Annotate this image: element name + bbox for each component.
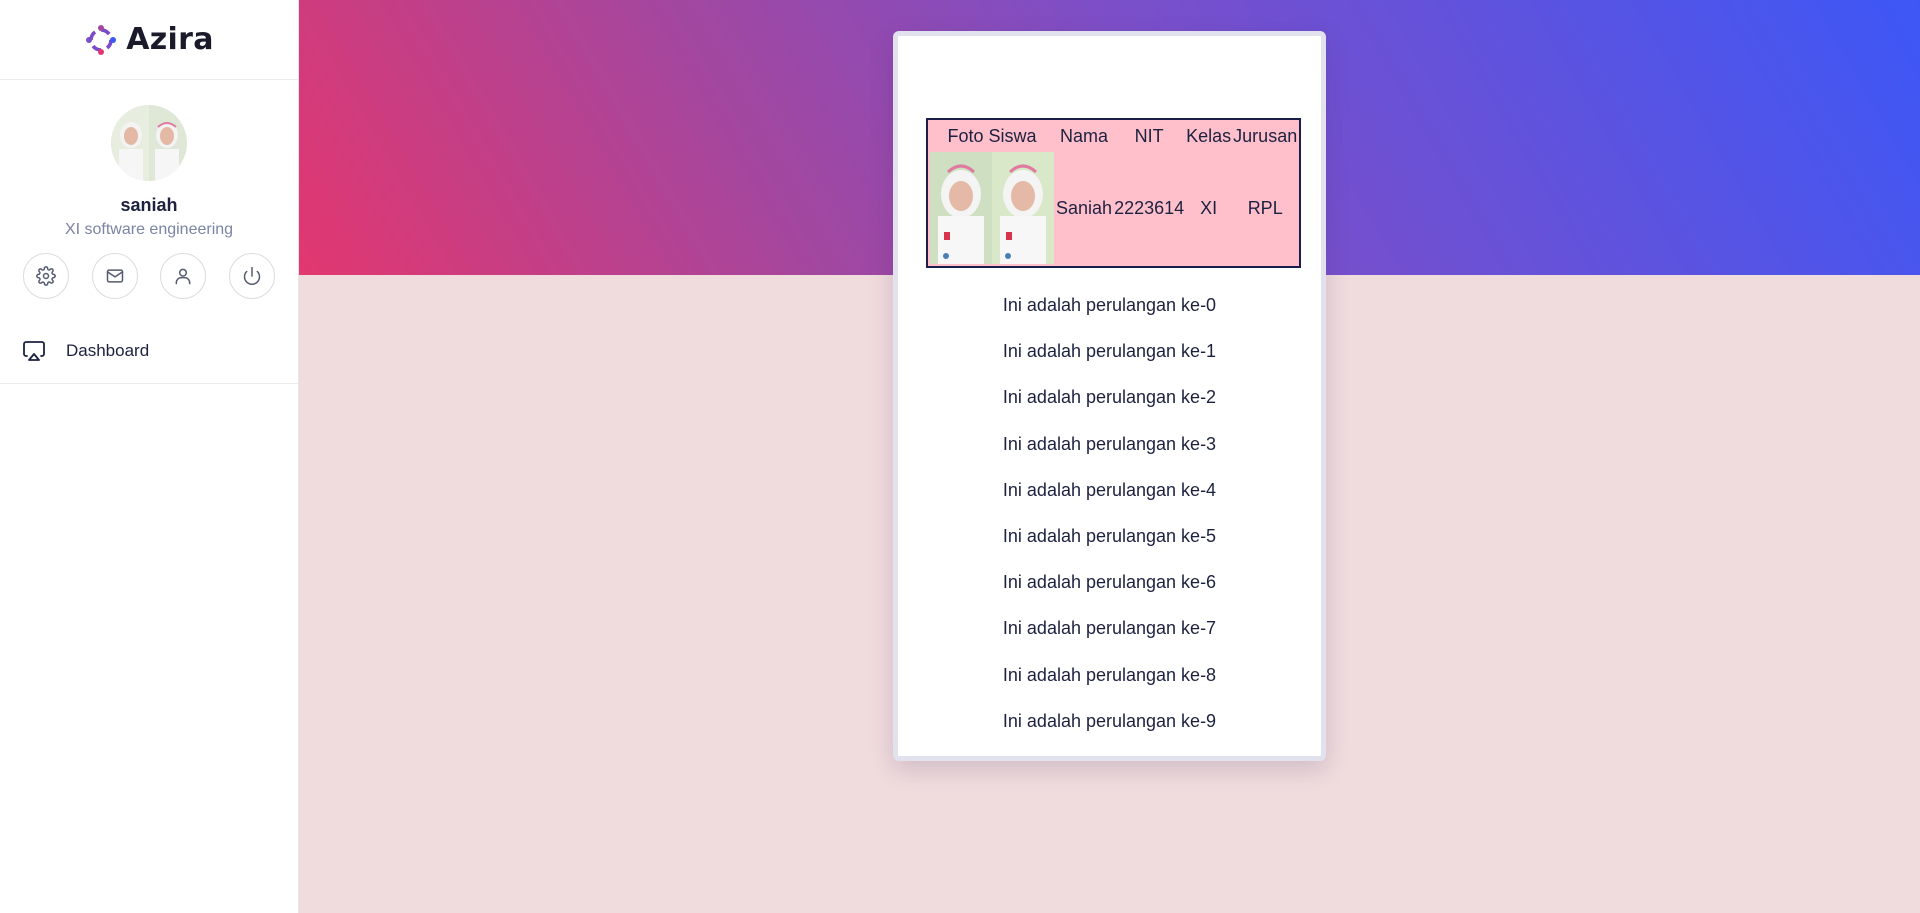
- student-photo-cell: [930, 152, 1054, 264]
- list-item: Ini adalah perulangan ke-6: [1002, 572, 1217, 593]
- list-item: Ini adalah perulangan ke-9: [1002, 710, 1217, 731]
- list-item: Ini adalah perulangan ke-2: [1002, 387, 1217, 408]
- list-item: Ini adalah perulangan ke-1: [1002, 341, 1217, 362]
- profile: saniah XI software engineering: [0, 80, 298, 239]
- list-item: Ini adalah perulangan ke-5: [1002, 525, 1217, 546]
- loop-list: Ini adalah perulangan ke-0 Ini adalah pe…: [898, 296, 1321, 758]
- avatar[interactable]: [111, 105, 187, 181]
- cell-nit: 2223614: [1114, 197, 1185, 218]
- user-name: saniah: [120, 195, 178, 215]
- content-card: Foto Siswa Nama NIT Kelas Jurusan Saniah…: [893, 31, 1326, 761]
- mail-button[interactable]: [91, 253, 138, 299]
- power-icon: [243, 266, 261, 286]
- student-photo-icon: [111, 105, 187, 181]
- table-row: Saniah 2223614 XI RPL: [930, 152, 1297, 264]
- user-role: XI software engineering: [64, 221, 234, 238]
- cell-nama: Saniah: [1056, 197, 1113, 218]
- logout-button[interactable]: [228, 253, 275, 299]
- settings-button[interactable]: [23, 253, 69, 299]
- profile-button[interactable]: [160, 253, 207, 299]
- user-icon: [175, 268, 191, 285]
- monitor-icon: [23, 341, 45, 361]
- brand[interactable]: Azira: [0, 0, 298, 80]
- student-table: Foto Siswa Nama NIT Kelas Jurusan Saniah…: [926, 118, 1302, 268]
- student-photo-icon: [930, 152, 992, 264]
- header-nama: Nama: [1060, 125, 1109, 146]
- cell-kelas: XI: [1200, 197, 1218, 218]
- mail-icon: [106, 269, 123, 283]
- gear-icon: [36, 266, 56, 286]
- list-item: Ini adalah perulangan ke-3: [1002, 433, 1217, 454]
- quick-actions: [0, 253, 298, 299]
- header-jurusan: Jurusan: [1233, 125, 1298, 146]
- sidebar-item-label: Dashboard: [66, 341, 150, 360]
- brand-name: Azira: [126, 22, 214, 57]
- list-item: Ini adalah perulangan ke-4: [1002, 479, 1217, 500]
- header-foto-siswa: Foto Siswa: [947, 125, 1037, 146]
- header-nit: NIT: [1134, 125, 1164, 146]
- header-kelas: Kelas: [1186, 125, 1232, 146]
- list-item: Ini adalah perulangan ke-7: [1002, 618, 1217, 639]
- list-item: Ini adalah perulangan ke-8: [1002, 664, 1217, 685]
- student-photo-icon: [992, 152, 1054, 264]
- sidebar-item-dashboard[interactable]: Dashboard: [0, 329, 298, 383]
- azira-logo-icon: [86, 24, 117, 55]
- list-item: Ini adalah perulangan ke-0: [1002, 295, 1217, 315]
- sidebar: Azira saniah XI software engineering Das…: [0, 0, 299, 913]
- cell-jurusan: RPL: [1247, 197, 1283, 218]
- table-header-row: Foto Siswa Nama NIT Kelas Jurusan: [930, 122, 1297, 150]
- sidebar-nav: Dashboard: [0, 329, 298, 384]
